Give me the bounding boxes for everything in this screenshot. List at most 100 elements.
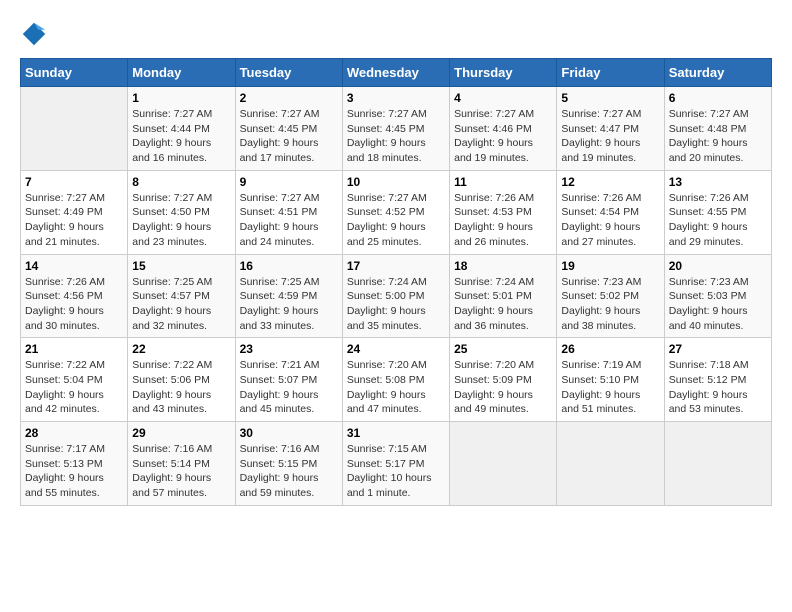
daylight-label: Daylight: 9 hours [347,305,426,317]
daylight-label: Daylight: 9 hours [132,389,211,401]
day-info: Sunrise: 7:23 AMSunset: 5:02 PMDaylight:… [561,275,659,334]
sunset-text: Sunset: 4:59 PM [240,290,318,302]
sunrise-text: Sunrise: 7:15 AM [347,443,427,455]
day-number: 9 [240,175,338,189]
daylight-label: Daylight: 9 hours [669,137,748,149]
day-number: 17 [347,259,445,273]
day-info: Sunrise: 7:27 AMSunset: 4:45 PMDaylight:… [347,107,445,166]
day-number: 30 [240,426,338,440]
sunset-text: Sunset: 5:04 PM [25,374,103,386]
sunrise-text: Sunrise: 7:22 AM [25,359,105,371]
day-cell: 27Sunrise: 7:18 AMSunset: 5:12 PMDayligh… [664,338,771,422]
day-number: 3 [347,91,445,105]
sunrise-text: Sunrise: 7:27 AM [669,108,749,120]
day-number: 13 [669,175,767,189]
logo-icon [20,20,48,48]
sunset-text: Sunset: 5:10 PM [561,374,639,386]
sunset-text: Sunset: 5:01 PM [454,290,532,302]
sunrise-text: Sunrise: 7:27 AM [561,108,641,120]
daylight-minutes: and 25 minutes. [347,236,422,248]
daylight-minutes: and 24 minutes. [240,236,315,248]
daylight-minutes: and 18 minutes. [347,152,422,164]
sunrise-text: Sunrise: 7:16 AM [240,443,320,455]
sunset-text: Sunset: 5:08 PM [347,374,425,386]
day-cell: 23Sunrise: 7:21 AMSunset: 5:07 PMDayligh… [235,338,342,422]
day-cell: 3 Sunrise: 7:27 AMSunset: 4:45 PMDaylight… [342,87,449,171]
day-number: 16 [240,259,338,273]
daylight-label: Daylight: 9 hours [25,472,104,484]
day-info: Sunrise: 7:27 AMSunset: 4:47 PMDaylight:… [561,107,659,166]
sunset-text: Sunset: 5:09 PM [454,374,532,386]
daylight-label: Daylight: 9 hours [561,221,640,233]
daylight-minutes: and 55 minutes. [25,487,100,499]
day-cell: 7Sunrise: 7:27 AMSunset: 4:49 PMDaylight… [21,170,128,254]
daylight-label: Daylight: 9 hours [25,221,104,233]
day-info: Sunrise: 7:27 AMSunset: 4:45 PMDaylight:… [240,107,338,166]
daylight-minutes: and 33 minutes. [240,320,315,332]
week-row-3: 14Sunrise: 7:26 AMSunset: 4:56 PMDayligh… [21,254,772,338]
sunset-text: Sunset: 4:56 PM [25,290,103,302]
sunrise-text: Sunrise: 7:23 AM [669,276,749,288]
day-number: 1 [132,91,230,105]
daylight-minutes: and 35 minutes. [347,320,422,332]
daylight-minutes: and 19 minutes. [454,152,529,164]
daylight-minutes: and 29 minutes. [669,236,744,248]
sunset-text: Sunset: 4:52 PM [347,206,425,218]
day-number: 22 [132,342,230,356]
week-row-4: 21 Sunrise: 7:22 AM Sunset: 5:04 PM Dayligh… [21,338,772,422]
sunrise-text: Sunrise: 7:27 AM [240,192,320,204]
sunset-text: Sunset: 5:15 PM [240,458,318,470]
day-number: 21 [25,342,123,356]
sunset-text: Sunset: 5:03 PM [669,290,747,302]
sunset-text: Sunset: 4:50 PM [132,206,210,218]
day-info: Sunrise: 7:26 AMSunset: 4:55 PMDaylight:… [669,191,767,250]
day-number: 4 [454,91,552,105]
sunset-text: Sunset: 5:06 PM [132,374,210,386]
day-info: Sunrise: 7:26 AMSunset: 4:56 PMDaylight:… [25,275,123,334]
day-cell: 20Sunrise: 7:23 AMSunset: 5:03 PMDayligh… [664,254,771,338]
daylight-label: Daylight: 9 hours [240,221,319,233]
daylight-minutes: and 43 minutes. [132,403,207,415]
sunset-text: Sunset: 5:12 PM [669,374,747,386]
day-info: Sunrise: 7:20 AM Sunset: 5:09 PM Daylight:… [454,358,552,417]
day-cell: 9 Sunrise: 7:27 AMSunset: 4:51 PMDaylight… [235,170,342,254]
day-cell: 13 Sunrise: 7:26 AMSunset: 4:55 PMDayligh… [664,170,771,254]
day-number: 29 [132,426,230,440]
day-cell: 1Sunrise: 7:27 AMSunset: 4:44 PMDaylight… [128,87,235,171]
day-cell: 16 Sunrise: 7:25 AMSunset: 4:59 PMDayligh… [235,254,342,338]
daylight-label: Daylight: 9 hours [669,221,748,233]
daylight-minutes: and 45 minutes. [240,403,315,415]
day-cell: 11Sunrise: 7:26 AMSunset: 4:53 PMDayligh… [450,170,557,254]
sunrise-text: Sunrise: 7:27 AM [454,108,534,120]
day-info: Sunrise: 7:20 AMSunset: 5:08 PMDaylight:… [347,358,445,417]
sunrise-text: Sunrise: 7:21 AM [240,359,320,371]
daylight-label: Daylight: 9 hours [240,305,319,317]
logo [20,20,52,48]
day-info: Sunrise: 7:27 AMSunset: 4:52 PMDaylight:… [347,191,445,250]
day-info: Sunrise: 7:27 AMSunset: 4:51 PMDaylight:… [240,191,338,250]
day-info: Sunrise: 7:22 AMSunset: 5:04 PMDaylight:… [25,358,123,417]
sunrise-text: Sunrise: 7:26 AM [25,276,105,288]
daylight-label: Daylight: 9 hours [132,221,211,233]
daylight-minutes: and 53 minutes. [669,403,744,415]
day-cell [557,422,664,506]
sunrise-text: Sunrise: 7:20 AM [454,359,534,371]
sunset-text: Sunset: 4:44 PM [132,123,210,135]
day-number: 24 [347,342,445,356]
sunrise-text: Sunrise: 7:26 AM [561,192,641,204]
sunrise-text: Sunrise: 7:27 AM [240,108,320,120]
sunrise-text: Sunrise: 7:26 AM [669,192,749,204]
day-info: Sunrise: 7:24 AMSunset: 5:01 PMDaylight:… [454,275,552,334]
day-cell: 12Sunrise: 7:26 AMSunset: 4:54 PMDayligh… [557,170,664,254]
day-info: Sunrise: 7:27 AMSunset: 4:50 PMDaylight:… [132,191,230,250]
day-cell: 6Sunrise: 7:27 AMSunset: 4:48 PMDaylight… [664,87,771,171]
sunrise-text: Sunrise: 7:23 AM [561,276,641,288]
day-cell: 29Sunrise: 7:16 AMSunset: 5:14 PMDayligh… [128,422,235,506]
sunset-text: Sunset: 4:57 PM [132,290,210,302]
daylight-label: Daylight: 9 hours [454,389,533,401]
daylight-label: Daylight: 9 hours [132,472,211,484]
header-cell-friday: Friday [557,59,664,87]
day-cell: 17Sunrise: 7:24 AMSunset: 5:00 PMDayligh… [342,254,449,338]
daylight-label: Daylight: 9 hours [347,221,426,233]
day-info: Sunrise: 7:25 AMSunset: 4:59 PMDaylight:… [240,275,338,334]
